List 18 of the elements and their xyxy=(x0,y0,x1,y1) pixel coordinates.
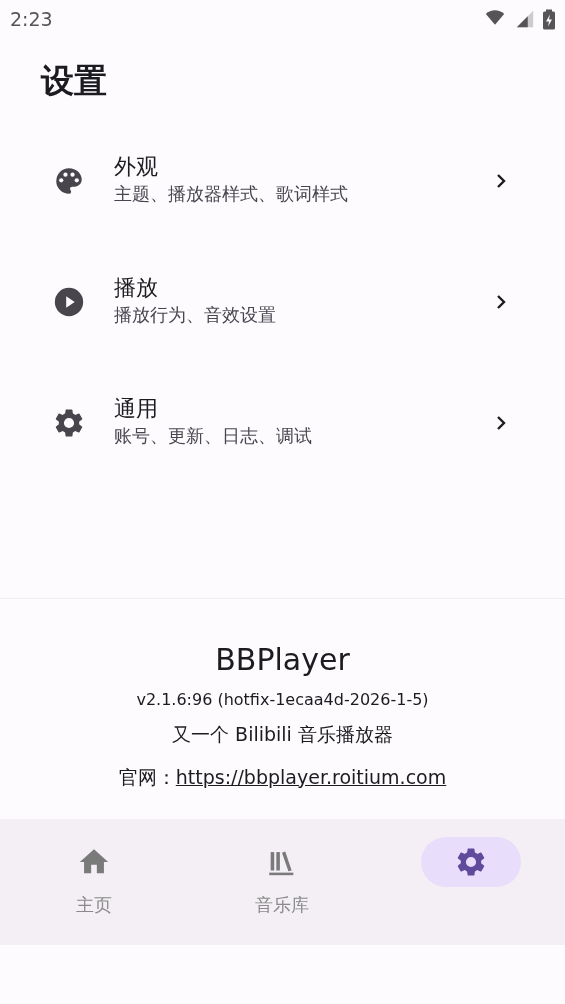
settings-item[interactable]: 通用 账号、更新、日志、调试 xyxy=(0,362,565,483)
item-title: 外观 xyxy=(114,153,159,181)
item-title: 播放 xyxy=(114,274,159,302)
settings-item[interactable]: 播放 播放行为、音效设置 xyxy=(0,241,565,362)
app-name: BBPlayer xyxy=(214,641,351,679)
item-subtitle: 主题、播放器样式、歌词样式 xyxy=(114,182,349,207)
item-subtitle: 播放行为、音效设置 xyxy=(114,303,277,328)
website-label: 官网： xyxy=(118,764,176,790)
website-link[interactable]: https://bbplayer.roitium.com xyxy=(175,762,447,791)
settings-item[interactable]: 外观 主题、播放器样式、歌词样式 xyxy=(0,120,565,241)
item-subtitle: 账号、更新、日志、调试 xyxy=(114,424,313,449)
page-title: 设置 xyxy=(41,60,108,102)
item-title: 通用 xyxy=(114,395,159,423)
status-time: 2:23 xyxy=(10,6,53,32)
battery-icon xyxy=(543,8,555,30)
version-text: v2.1.6:96 (hotfix-1ecaa4d-2026-1-5) xyxy=(135,689,430,711)
tagline: 又一个 Bilibili 音乐播放器 xyxy=(171,722,394,747)
signal-icon xyxy=(515,9,535,29)
